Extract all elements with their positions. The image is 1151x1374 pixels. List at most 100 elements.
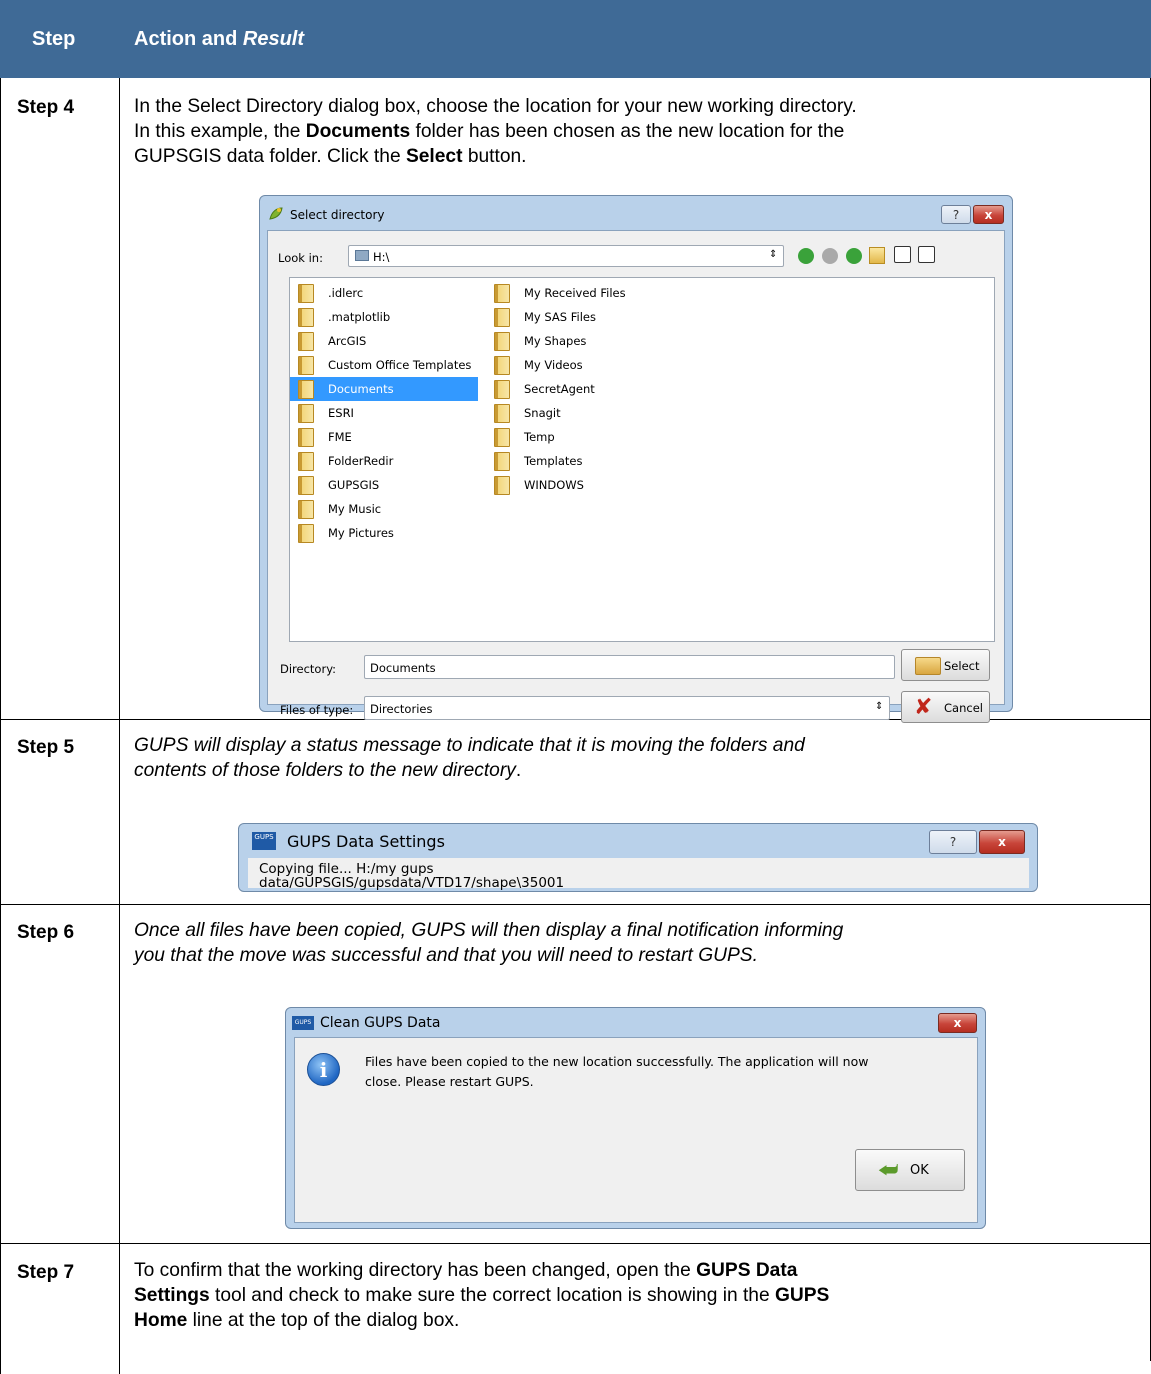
list-item[interactable]: GUPSGIS	[290, 473, 478, 497]
list-item[interactable]: ArcGIS	[290, 329, 478, 353]
folder-icon	[298, 379, 314, 399]
folder-icon	[298, 355, 314, 375]
close-button[interactable]: x	[938, 1013, 977, 1033]
gups-app-icon: GUPS	[292, 1016, 314, 1030]
table-col-divider	[119, 78, 120, 1374]
dialog-title: Select directory	[290, 208, 385, 222]
step-6-label: Step 6	[17, 922, 75, 943]
cancel-button[interactable]: ✘ Cancel	[901, 691, 990, 723]
look-in-value: H:\	[373, 250, 390, 264]
table-left-border	[0, 78, 1, 1374]
list-item[interactable]: Custom Office Templates	[290, 353, 478, 377]
list-item[interactable]: ESRI	[290, 401, 478, 425]
status-message: Copying file... H:/my gups data/GUPSGIS/…	[259, 861, 565, 891]
help-button[interactable]: ?	[941, 205, 971, 224]
list-item[interactable]: Templates	[486, 449, 686, 473]
header-action: Action and Result	[134, 28, 305, 50]
combo-arrows-icon: ⇕	[769, 249, 778, 260]
step-4-text: In the Select Directory dialog box, choo…	[134, 96, 857, 167]
shapes-folder-icon	[494, 331, 510, 351]
music-folder-icon	[298, 499, 314, 519]
detail-view-icon[interactable]	[918, 246, 935, 263]
help-button[interactable]: ?	[929, 830, 977, 854]
dialog-title: Clean GUPS Data	[320, 1015, 441, 1031]
list-item[interactable]: Snagit	[486, 401, 686, 425]
look-in-combo[interactable]: H:\ ⇕	[348, 245, 784, 267]
combo-arrows-icon: ⇕	[875, 701, 884, 712]
folder-icon	[494, 475, 510, 495]
files-of-type-select[interactable]: Directories ⇕	[364, 696, 890, 720]
step-7-label: Step 7	[17, 1262, 75, 1283]
select-directory-dialog: Select directory ? x Look in: H:\ ⇕ .idl…	[259, 195, 1013, 723]
parent-folder-icon[interactable]	[846, 248, 862, 264]
row-divider	[0, 1243, 1151, 1244]
directory-value: Documents	[370, 661, 436, 675]
drive-icon	[355, 250, 369, 261]
info-icon: i	[307, 1053, 340, 1086]
list-view-icon[interactable]	[894, 246, 911, 263]
list-item[interactable]: My Videos	[486, 353, 686, 377]
select-button[interactable]: Select	[901, 649, 990, 681]
directory-input[interactable]: Documents	[364, 655, 895, 679]
list-item-selected[interactable]: Documents	[290, 377, 478, 401]
step-6-text: Once all files have been copied, GUPS wi…	[134, 920, 844, 966]
folder-icon	[298, 451, 314, 471]
pictures-folder-icon	[298, 523, 314, 543]
list-item[interactable]: .idlerc	[290, 281, 478, 305]
list-item[interactable]: WINDOWS	[486, 473, 686, 497]
gups-data-settings-dialog: GUPS GUPS Data Settings ? x Copying file…	[238, 823, 1038, 892]
folder-icon	[494, 427, 510, 447]
folder-icon	[298, 307, 314, 327]
step-5-label: Step 5	[17, 737, 75, 758]
folder-icon	[494, 307, 510, 327]
list-item[interactable]: My Received Files	[486, 281, 686, 305]
close-button[interactable]: x	[973, 205, 1004, 224]
step-7-text: To confirm that the working directory ha…	[134, 1260, 830, 1331]
step-5-text: GUPS will display a status message to in…	[134, 735, 805, 781]
file-column-2: My Received Files My SAS Files My Shapes…	[486, 281, 686, 497]
folder-icon	[298, 475, 314, 495]
list-item[interactable]: My Pictures	[290, 521, 478, 545]
list-item[interactable]: My Shapes	[486, 329, 686, 353]
list-item[interactable]: Temp	[486, 425, 686, 449]
folder-icon	[298, 331, 314, 351]
folder-icon	[494, 379, 510, 399]
x-icon: ✘	[914, 695, 933, 720]
folder-icon	[915, 657, 941, 675]
gups-app-icon: GUPS	[252, 832, 276, 850]
notification-message: Files have been copied to the new locati…	[365, 1054, 869, 1089]
file-column-1: .idlerc .matplotlib ArcGIS Custom Office…	[290, 281, 478, 545]
list-item[interactable]: FME	[290, 425, 478, 449]
file-list[interactable]: .idlerc .matplotlib ArcGIS Custom Office…	[289, 277, 995, 642]
dialog-body: Look in: H:\ ⇕ .idlerc .matplotlib ArcGI…	[267, 230, 1005, 723]
list-item[interactable]: FolderRedir	[290, 449, 478, 473]
look-in-label: Look in:	[278, 251, 323, 265]
folder-icon	[298, 427, 314, 447]
dialog-title: GUPS Data Settings	[287, 832, 445, 851]
list-item[interactable]: SecretAgent	[486, 377, 686, 401]
new-folder-icon[interactable]	[869, 247, 885, 264]
files-of-type-value: Directories	[370, 702, 433, 716]
folder-icon	[298, 403, 314, 423]
videos-folder-icon	[494, 355, 510, 375]
arrow-icon: ⮨	[878, 1158, 899, 1183]
folder-icon	[494, 403, 510, 423]
ok-button[interactable]: ⮨ OK	[855, 1149, 965, 1191]
app-leaf-icon	[268, 206, 284, 221]
row-divider	[0, 904, 1151, 905]
list-item[interactable]: My SAS Files	[486, 305, 686, 329]
back-icon[interactable]	[798, 248, 814, 264]
close-button[interactable]: x	[979, 830, 1025, 854]
files-of-type-label: Files of type:	[280, 703, 354, 717]
step-4-label: Step 4	[17, 97, 75, 118]
directory-label: Directory:	[280, 662, 337, 676]
folder-icon	[494, 283, 510, 303]
clean-gups-data-dialog: GUPS Clean GUPS Data x i Files have been…	[285, 1007, 986, 1229]
list-item[interactable]: .matplotlib	[290, 305, 478, 329]
header-step: Step	[32, 28, 76, 50]
forward-icon[interactable]	[822, 248, 838, 264]
list-item[interactable]: My Music	[290, 497, 478, 521]
folder-icon	[298, 283, 314, 303]
folder-icon	[494, 451, 510, 471]
dialog-body: i Files have been copied to the new loca…	[294, 1037, 978, 1223]
